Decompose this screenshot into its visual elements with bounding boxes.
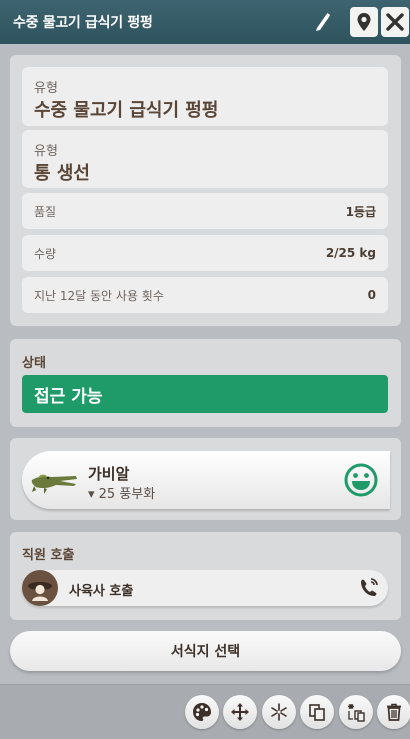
usage-value: 0 — [367, 288, 376, 302]
status-badge: 접근 가능 — [22, 375, 388, 413]
keeper-avatar — [22, 570, 58, 606]
food-type-value: 통 생선 — [34, 163, 90, 184]
usage-row: 지난 12달 동안 사용 횟수 0 — [22, 277, 388, 313]
food-type-label: 유형 — [34, 144, 58, 159]
status-title: 상태 — [22, 356, 46, 371]
quality-row: 품질 1등급 — [22, 193, 388, 229]
animal-card: 가비알 ▾ 25 풍부화 — [10, 438, 401, 520]
call-keeper-label: 사육사 호출 — [69, 584, 134, 599]
gharial-icon — [31, 474, 78, 494]
type-label: 유형 — [34, 81, 58, 96]
amount-row: 수량 2/25 kg — [22, 235, 388, 271]
copy-icon — [309, 704, 325, 721]
type-field: 유형 수중 물고기 급식기 펑펑 — [22, 67, 388, 126]
move-icon — [231, 703, 249, 721]
title-bar: 수중 물고기 급식기 펑펑 — [0, 0, 410, 44]
quality-label: 품질 — [34, 204, 57, 219]
food-type-field: 유형 통 생선 — [22, 130, 388, 188]
amount-value: 2/25 kg — [325, 246, 376, 260]
light-button[interactable] — [262, 695, 296, 729]
copy-button[interactable] — [300, 695, 334, 729]
edit-name-button[interactable] — [310, 10, 334, 34]
bottom-toolbar — [0, 684, 410, 739]
trash-icon — [387, 703, 401, 721]
map-pin-icon — [357, 13, 371, 31]
type-value: 수중 물고기 급식기 펑펑 — [34, 100, 219, 121]
phone-icon — [361, 578, 378, 596]
close-button[interactable] — [381, 7, 409, 37]
keeper-icon — [28, 582, 52, 601]
delete-button[interactable] — [377, 695, 410, 729]
animal-enrichment: ▾ 25 풍부화 — [88, 487, 156, 502]
palette-button[interactable] — [185, 695, 219, 729]
animal-name: 가비알 — [88, 465, 130, 483]
locate-button[interactable] — [350, 7, 378, 37]
move-button[interactable] — [223, 695, 257, 729]
amount-label: 수량 — [34, 246, 57, 261]
happy-face-icon — [344, 463, 378, 497]
quality-value: 1등급 — [345, 204, 376, 219]
status-card: 상태 접근 가능 — [10, 339, 401, 427]
window-title: 수중 물고기 급식기 펑펑 — [13, 15, 153, 31]
pencil-icon — [316, 13, 330, 31]
palette-icon — [193, 703, 211, 721]
info-card: 유형 수중 물고기 급식기 펑펑 유형 통 생선 품질 1등급 수량 2/25 … — [10, 55, 401, 326]
info-panel: 유형 수중 물고기 급식기 펑펑 유형 통 생선 품질 1등급 수량 2/25 … — [0, 44, 410, 739]
clone-button[interactable] — [339, 695, 373, 729]
light-icon — [271, 703, 287, 721]
staff-title: 직원 호출 — [22, 548, 75, 563]
select-habitat-button[interactable]: 서식지 선택 — [10, 631, 401, 671]
call-keeper-button[interactable]: 사육사 호출 — [22, 570, 388, 606]
staff-card: 직원 호출 사육사 호출 — [10, 532, 401, 620]
clone-icon — [348, 704, 365, 722]
usage-label: 지난 12달 동안 사용 횟수 — [34, 288, 164, 303]
animal-entry[interactable]: 가비알 ▾ 25 풍부화 — [22, 451, 390, 509]
close-icon — [386, 13, 404, 31]
